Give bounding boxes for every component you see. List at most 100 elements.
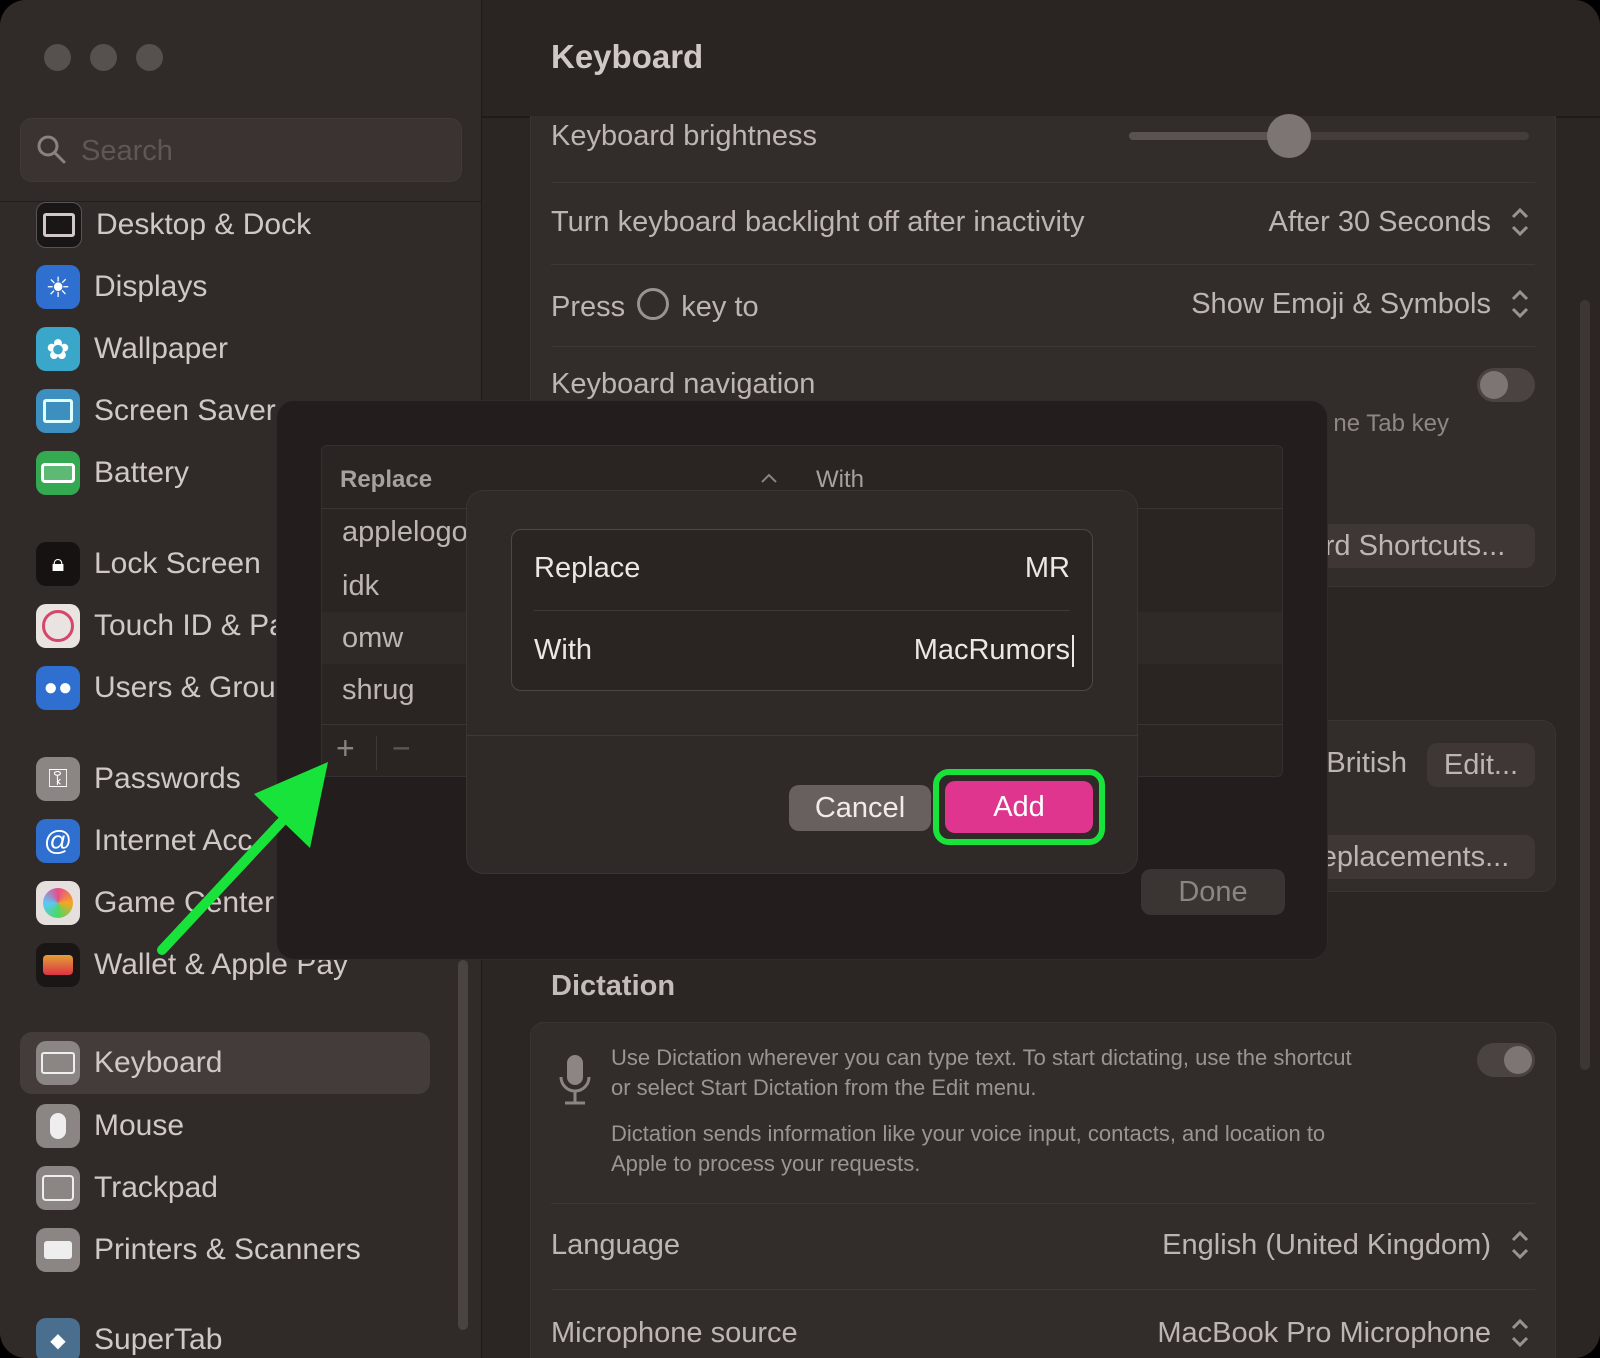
dictation-desc-1: Use Dictation wherever you can type text…	[611, 1045, 1352, 1070]
sidebar-item-label: Desktop & Dock	[96, 208, 312, 241]
backlight-label: Turn keyboard backlight off after inacti…	[551, 206, 1085, 238]
sidebar-item-label: Trackpad	[94, 1171, 218, 1204]
with-field-value: MacRumors	[913, 634, 1070, 666]
sidebar-item-printers[interactable]: Printers & Scanners	[20, 1220, 430, 1280]
internet-accounts-icon: @	[36, 819, 80, 863]
sidebar-item-label: Keyboard	[94, 1046, 223, 1079]
edit-input-sources-button[interactable]: Edit...	[1427, 743, 1535, 787]
zoom-button[interactable]	[136, 44, 163, 71]
sidebar-item-label: Displays	[94, 270, 208, 303]
window-controls	[44, 44, 163, 71]
sidebar-item-mouse[interactable]: Mouse	[20, 1096, 430, 1156]
minimize-button[interactable]	[90, 44, 117, 71]
supertab-icon: ◆	[36, 1318, 80, 1358]
stepper-icon[interactable]	[1507, 1227, 1533, 1263]
globe-key-label: Press key to	[551, 288, 759, 324]
toggle-knob	[1504, 1046, 1532, 1074]
sidebar-item-wallpaper[interactable]: ✿ Wallpaper	[20, 319, 430, 379]
passwords-icon: ⚿	[36, 757, 80, 801]
desktop-dock-icon	[36, 202, 82, 248]
field-separator	[534, 610, 1070, 611]
sidebar-item-label: SuperTab	[94, 1323, 223, 1356]
replacement-form: Replace MR With MacRumors	[511, 529, 1093, 691]
search-placeholder: Search	[81, 135, 173, 167]
sidebar-item-supertab[interactable]: ◆ SuperTab	[20, 1310, 430, 1358]
done-button[interactable]: Done	[1141, 869, 1285, 915]
wallet-icon	[36, 943, 80, 987]
replace-field-label: Replace	[534, 552, 641, 584]
sidebar-item-trackpad[interactable]: Trackpad	[20, 1158, 430, 1218]
globe-prefix: Press	[551, 291, 626, 323]
brightness-label: Keyboard brightness	[551, 120, 817, 152]
remove-replacement-button[interactable]: −	[392, 730, 411, 767]
displays-icon: ☀	[36, 265, 80, 309]
titlebar: Keyboard	[482, 0, 1600, 118]
table-row[interactable]: idk	[342, 570, 379, 603]
brightness-slider-knob[interactable]	[1267, 114, 1311, 158]
close-button[interactable]	[44, 44, 71, 71]
dictation-group: Use Dictation wherever you can type text…	[530, 1022, 1556, 1358]
keyboard-navigation-label: Keyboard navigation	[551, 368, 816, 400]
sidebar-item-displays[interactable]: ☀ Displays	[20, 257, 430, 317]
stepper-icon[interactable]	[1507, 286, 1533, 322]
annotation-arrow-icon	[157, 762, 328, 955]
sidebar-item-desktop-dock[interactable]: Desktop & Dock	[20, 195, 430, 255]
column-header-replace[interactable]: Replace	[340, 466, 432, 494]
text-replacements-button[interactable]: eplacements...	[1295, 835, 1535, 879]
page-title: Keyboard	[551, 38, 704, 75]
sort-ascending-icon[interactable]	[760, 472, 778, 484]
dictation-toggle[interactable]	[1477, 1043, 1535, 1077]
globe-key-value[interactable]: Show Emoji & Symbols	[1191, 288, 1491, 321]
brightness-slider-fill	[1129, 132, 1289, 140]
search-icon	[37, 135, 66, 164]
sidebar-item-label: Lock Screen	[94, 547, 261, 580]
row-separator	[551, 1289, 1535, 1290]
sidebar-item-label: Users & Grou	[94, 671, 276, 704]
stepper-icon[interactable]	[1507, 1315, 1533, 1351]
row-separator	[551, 182, 1535, 183]
microphone-icon	[559, 1055, 591, 1105]
cancel-button[interactable]: Cancel	[789, 785, 931, 831]
game-center-icon	[36, 881, 80, 925]
table-row[interactable]: shrug	[342, 674, 415, 707]
sidebar-item-label: Printers & Scanners	[94, 1233, 361, 1266]
sidebar-item-label: Screen Saver	[94, 394, 276, 427]
add-button[interactable]: Add	[945, 781, 1093, 833]
sidebar-item-keyboard[interactable]: Keyboard	[20, 1032, 430, 1094]
row-separator	[551, 346, 1535, 347]
language-label: Language	[551, 1229, 681, 1261]
dictation-desc-3: Dictation sends information like your vo…	[611, 1121, 1326, 1146]
row-separator	[551, 1203, 1535, 1204]
users-groups-icon: ●●	[36, 666, 80, 710]
main-scrollbar[interactable]	[1580, 300, 1590, 1070]
screen-saver-icon	[36, 389, 80, 433]
keyboard-navigation-desc: ne Tab key	[1333, 410, 1449, 437]
replace-field[interactable]: MR	[1025, 552, 1070, 585]
backlight-value[interactable]: After 30 Seconds	[1269, 206, 1491, 239]
table-row[interactable]: omw	[342, 622, 403, 655]
with-field-label: With	[534, 634, 592, 666]
add-replacement-dialog: Replace MR With MacRumors Cancel Add	[466, 490, 1138, 874]
row-separator	[551, 264, 1535, 265]
keyboard-shortcuts-button[interactable]: rd Shortcuts...	[1295, 524, 1535, 568]
button-divider	[376, 736, 377, 770]
sidebar-item-label: Mouse	[94, 1109, 185, 1142]
language-value[interactable]: English (United Kingdom)	[1162, 1229, 1491, 1262]
sidebar-item-label: Touch ID & Pa	[94, 609, 286, 642]
table-row[interactable]: applelogo	[342, 516, 468, 549]
dictation-desc-2: or select Start Dictation from the Edit …	[611, 1075, 1037, 1100]
input-source-value: British	[1326, 747, 1407, 779]
lock-screen-icon: 🔒︎	[36, 542, 80, 586]
keyboard-navigation-toggle[interactable]	[1477, 368, 1535, 402]
microphone-source-label: Microphone source	[551, 1317, 798, 1349]
touch-id-icon	[36, 604, 80, 648]
brightness-slider[interactable]	[1129, 114, 1529, 158]
stepper-icon[interactable]	[1507, 204, 1533, 240]
with-field[interactable]: MacRumors	[913, 634, 1074, 668]
search-field[interactable]: Search	[20, 118, 462, 182]
microphone-source-value[interactable]: MacBook Pro Microphone	[1157, 1317, 1491, 1350]
dialog-separator	[467, 735, 1137, 736]
sidebar-scrollbar[interactable]	[458, 960, 468, 1330]
globe-icon	[637, 288, 670, 320]
mouse-icon	[36, 1104, 80, 1148]
